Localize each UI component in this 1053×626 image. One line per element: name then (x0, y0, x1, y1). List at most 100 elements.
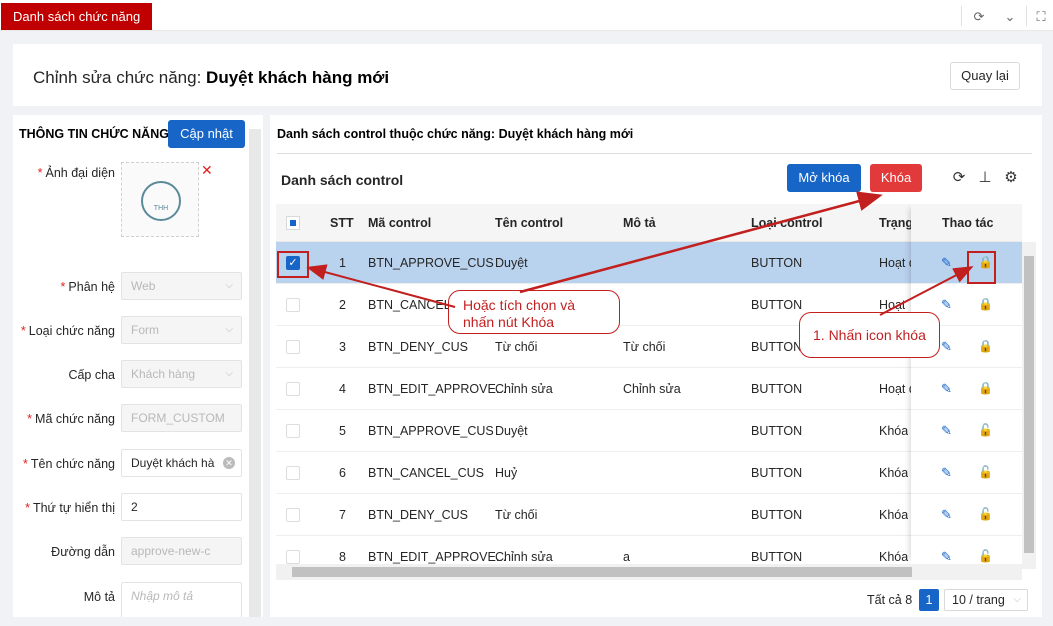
field-path: Đường dẫn approve-new-c (13, 537, 249, 567)
logo-image: THH (141, 181, 181, 221)
col-code: Mã control (368, 216, 432, 230)
column-height-icon[interactable]: ⊥ (975, 168, 995, 188)
cell-type: BUTTON (751, 382, 803, 396)
field-label: Mô tả (83, 590, 115, 604)
func-type-select[interactable]: Form ⌵ (121, 316, 242, 344)
field-label: * Phân hệ (60, 280, 115, 294)
row-checkbox[interactable] (286, 466, 300, 480)
settings-icon[interactable]: ⚙ (1001, 168, 1021, 188)
row-actions: ✎ 🔒 (911, 368, 1022, 410)
cell-code: BTN_EDIT_APPROVE... (368, 382, 507, 396)
cell-name: Duyệt (495, 424, 528, 438)
cell-code: BTN_CANCEL_CUS (368, 466, 485, 480)
edit-icon[interactable]: ✎ (941, 381, 952, 397)
chevron-down-icon[interactable]: ⌄ (999, 6, 1021, 28)
update-button[interactable]: Cập nhật (168, 120, 245, 148)
field-code: * Mã chức năng FORM_CUSTOM (13, 404, 249, 434)
unlock-button[interactable]: Mở khóa (787, 164, 861, 192)
edit-icon[interactable]: ✎ (941, 465, 952, 481)
cell-status: Khóa (879, 508, 909, 522)
row-checkbox[interactable] (286, 298, 300, 312)
row-checkbox[interactable] (286, 424, 300, 438)
cell-code: BTN_EDIT_APPROVE... (368, 550, 507, 564)
top-tabbar: Danh sách chức năng ⟳ ⌄ ⛶ (0, 0, 1053, 31)
cell-type: BUTTON (751, 550, 803, 564)
row-checkbox[interactable] (286, 550, 300, 564)
row-checkbox[interactable] (286, 340, 300, 354)
field-func-type: * Loại chức năng Form ⌵ (13, 316, 249, 346)
lock-button[interactable]: Khóa (870, 164, 922, 192)
parent-select[interactable]: Khách hàng ⌵ (121, 360, 242, 388)
cell-stt: 8 (339, 550, 346, 564)
col-name: Tên control (495, 216, 564, 230)
row-actions: ✎ 🔓 (911, 452, 1022, 494)
name-field[interactable]: Duyệt khách hà ✕ (121, 449, 242, 477)
control-list-panel: Danh sách control thuộc chức năng: Duyệt… (270, 115, 1042, 617)
unlock-icon[interactable]: 🔓 (978, 465, 993, 479)
edit-icon[interactable]: ✎ (941, 549, 952, 564)
back-button[interactable]: Quay lại (950, 62, 1020, 90)
cell-stt: 2 (339, 298, 346, 312)
chevron-down-icon: ⌵ (225, 280, 233, 291)
page-1-button[interactable]: 1 (919, 589, 939, 611)
annotation-callout-checkbox: Hoặc tích chọn và nhấn nút Khóa (448, 290, 620, 334)
cell-type: BUTTON (751, 466, 803, 480)
cell-type: BUTTON (751, 424, 803, 438)
select-all-checkbox[interactable] (286, 216, 300, 230)
unlock-icon[interactable]: 🔓 (978, 423, 993, 437)
lock-icon[interactable]: 🔒 (978, 339, 993, 353)
field-order: * Thứ tự hiển thị 2 (13, 493, 249, 523)
panel-scrollbar[interactable] (249, 129, 261, 617)
cell-name: Chỉnh sửa (495, 382, 553, 396)
fullscreen-icon[interactable]: ⛶ (1030, 6, 1052, 28)
edit-icon[interactable]: ✎ (941, 423, 952, 439)
cell-stt: 1 (339, 256, 346, 270)
tab-function-list[interactable]: Danh sách chức năng (1, 3, 152, 30)
cell-code: BTN_APPROVE_CUS (368, 256, 494, 270)
cell-stt: 7 (339, 508, 346, 522)
col-desc: Mô tả (623, 216, 656, 230)
cell-desc: Từ chối (623, 340, 666, 354)
avatar-upload[interactable]: THH (121, 162, 199, 237)
cell-type: BUTTON (751, 340, 803, 354)
code-field[interactable]: FORM_CUSTOM (121, 404, 242, 432)
cell-name: Duyệt (495, 256, 528, 270)
page-size-select[interactable]: 10 / trang ⌵ (944, 589, 1028, 611)
lock-icon[interactable]: 🔒 (978, 381, 993, 395)
cell-stt: 4 (339, 382, 346, 396)
cell-name: Huỷ (495, 466, 518, 480)
unlock-icon[interactable]: 🔓 (978, 507, 993, 521)
edit-icon[interactable]: ✎ (941, 255, 952, 271)
chevron-down-icon: ⌵ (225, 368, 233, 379)
edit-icon[interactable]: ✎ (941, 297, 952, 313)
row-checkbox[interactable] (286, 508, 300, 522)
path-field[interactable]: approve-new-c (121, 537, 242, 565)
page-header: Chỉnh sửa chức năng: Duyệt khách hàng mớ… (13, 44, 1042, 106)
field-label: Cấp cha (68, 368, 115, 382)
unlock-icon[interactable]: 🔓 (978, 549, 993, 563)
clear-icon[interactable]: ✕ (223, 457, 235, 469)
cell-status: Khóa (879, 424, 909, 438)
edit-icon[interactable]: ✎ (941, 339, 952, 355)
edit-icon[interactable]: ✎ (941, 507, 952, 523)
cell-stt: 5 (339, 424, 346, 438)
row-actions: ✎ 🔓 (911, 410, 1022, 452)
pagination-total: Tất cả 8 (867, 593, 913, 607)
lock-icon[interactable]: 🔒 (978, 297, 993, 311)
refresh-icon[interactable]: ⟳ (968, 6, 990, 28)
reload-icon[interactable]: ⟳ (949, 168, 969, 188)
control-subtitle: Danh sách control (281, 172, 404, 188)
table-vertical-scrollbar[interactable] (1022, 242, 1036, 569)
function-info-panel: THÔNG TIN CHỨC NĂNG Cập nhật * Ảnh đại di… (13, 115, 263, 617)
cell-type: BUTTON (751, 298, 803, 312)
col-actions: Thao tác (911, 204, 1022, 242)
table-horizontal-scrollbar[interactable] (276, 564, 1022, 580)
field-desc: Mô tả Nhập mô tả (13, 582, 249, 617)
desc-field[interactable]: Nhập mô tả (121, 582, 242, 617)
system-select[interactable]: Web ⌵ (121, 272, 242, 300)
remove-avatar-icon[interactable]: ✕ (201, 162, 213, 179)
field-label: Đường dẫn (51, 545, 115, 559)
row-checkbox[interactable] (286, 382, 300, 396)
cell-status: Khóa (879, 550, 909, 564)
order-field[interactable]: 2 (121, 493, 242, 521)
